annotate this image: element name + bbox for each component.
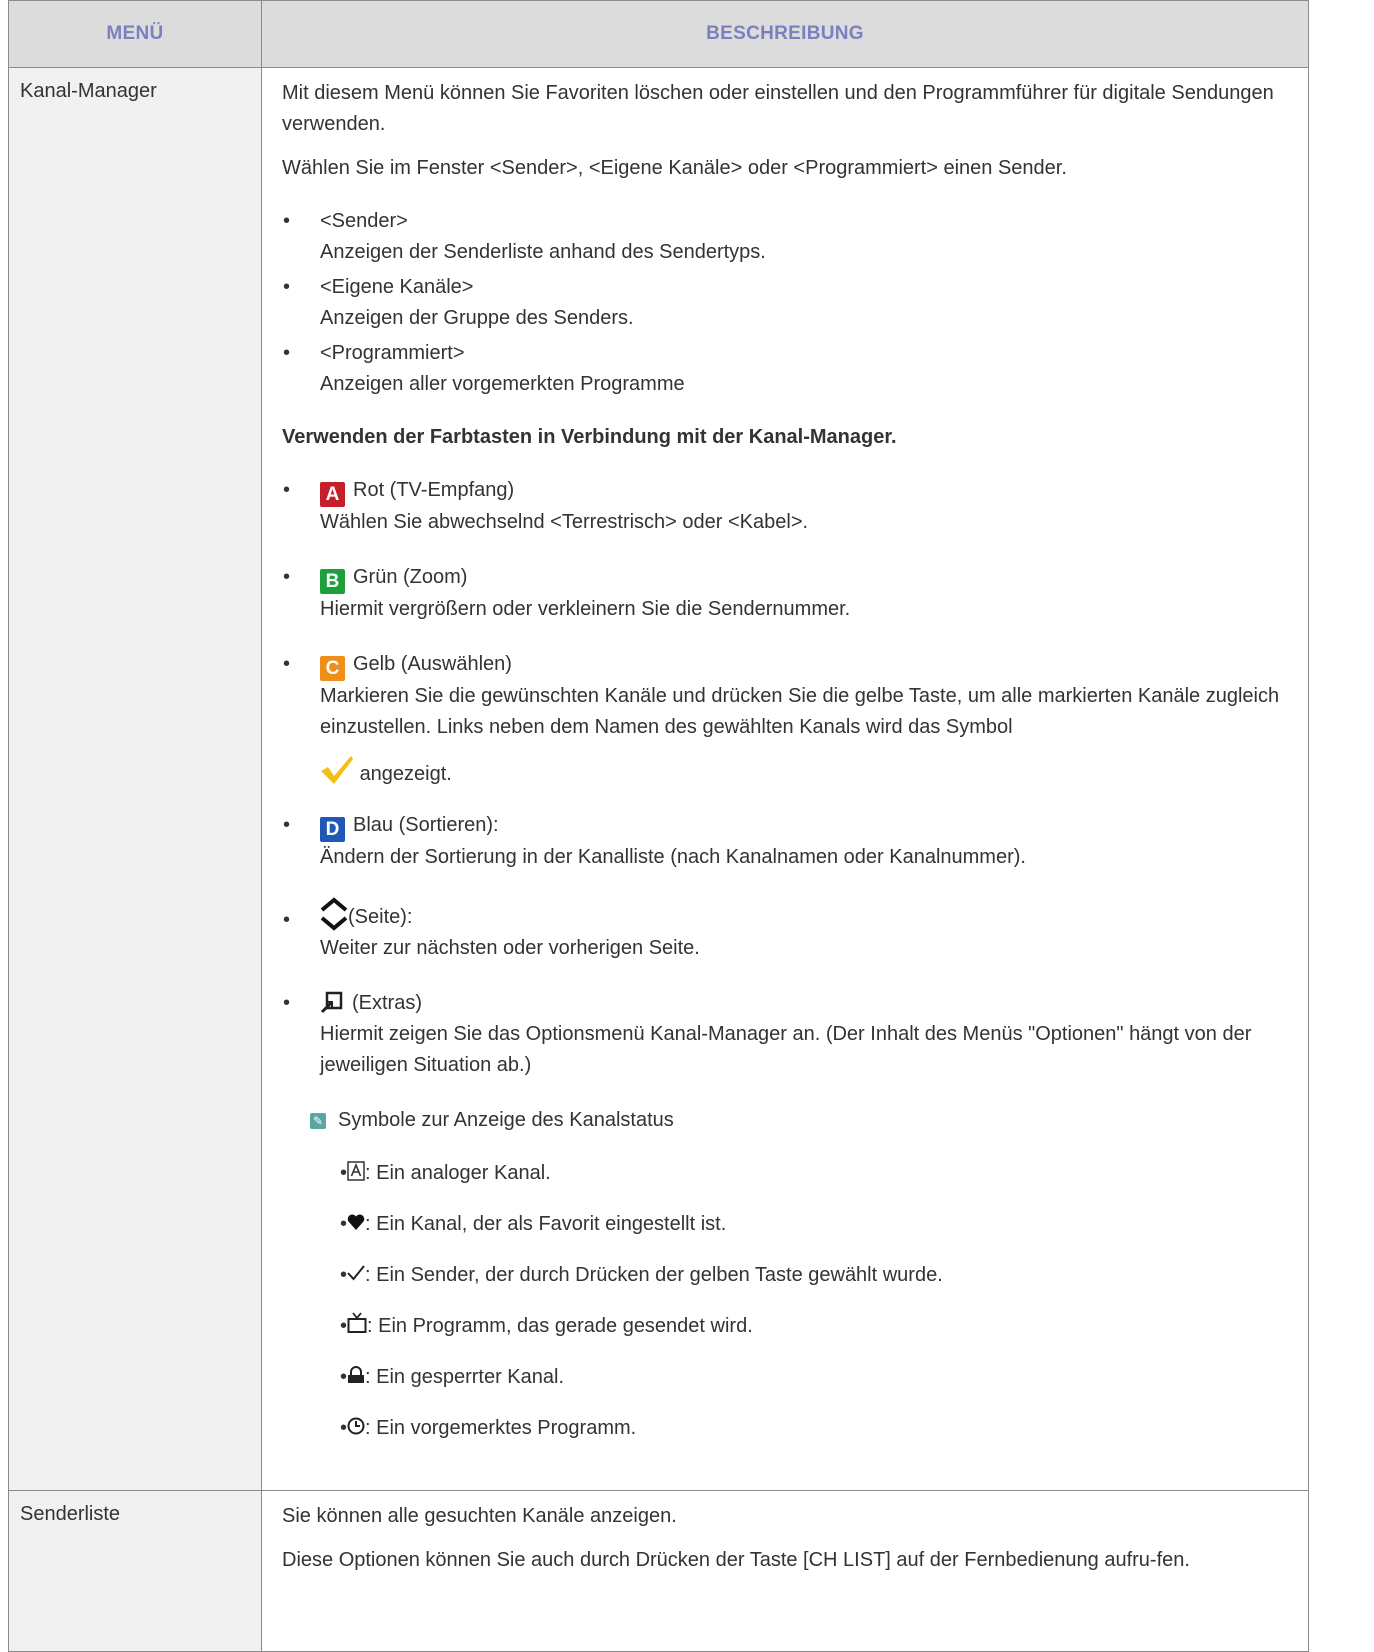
blue-d-button-icon: D <box>320 817 345 842</box>
status-symbol-item: • : Ein Sender, der durch Drücken der ge… <box>340 1264 943 1286</box>
note: ✎ Symbole zur Anzeige des Kanalstatus <box>282 1105 1294 1136</box>
button-label: Gelb (Auswählen) <box>353 653 512 675</box>
button-desc: Weiter zur nächsten oder vorherigen Seit… <box>320 937 700 959</box>
list-item: • <Sender> Anzeigen der Senderliste anha… <box>282 206 1294 268</box>
menu-name-cell: Senderliste <box>8 1490 262 1652</box>
list-item: • (Extras) Hiermit zeigen Sie das Option… <box>282 988 1294 1081</box>
heart-icon <box>347 1214 365 1230</box>
button-desc-suffix: angezeigt. <box>359 763 452 785</box>
note-title: Symbole zur Anzeige des Kanalstatus <box>338 1109 674 1131</box>
status-symbol-text: : Ein Sender, der durch Drücken der gelb… <box>365 1264 943 1286</box>
option-desc: Anzeigen der Gruppe des Senders. <box>320 307 634 329</box>
option-title: <Programmiert> <box>320 342 465 364</box>
clock-icon <box>347 1417 365 1435</box>
tv-icon <box>347 1312 367 1333</box>
tools-icon <box>320 991 343 1014</box>
button-label: Rot (TV-Empfang) <box>353 479 515 501</box>
checkmark-icon <box>347 1265 365 1281</box>
option-title: <Sender> <box>320 210 408 232</box>
list-item: • A Rot (TV-Empfang) Wählen Sie abwechsel… <box>282 475 1294 538</box>
button-label: Grün (Zoom) <box>353 566 468 588</box>
menu-table: MENÜ BESCHREIBUNG Kanal-Manager Mit dies… <box>8 0 1309 1652</box>
intro-text: Mit diesem Menü können Sie Favoriten lös… <box>282 82 1274 135</box>
description-line: Diese Optionen können Sie auch durch Drü… <box>282 1549 1190 1571</box>
list-item: • B Grün (Zoom) Hiermit vergrößern oder v… <box>282 562 1294 625</box>
button-desc: Markieren Sie die gewünschten Kanäle und… <box>320 685 1280 738</box>
button-desc: Hiermit vergrößern oder verkleinern Sie … <box>320 598 851 620</box>
button-label: (Extras) <box>352 992 422 1014</box>
option-title: <Eigene Kanäle> <box>320 276 474 298</box>
menu-name: Kanal-Manager <box>20 80 157 102</box>
color-buttons-heading: Verwenden der Farbtasten in Verbindung m… <box>282 426 897 448</box>
checkmark-icon <box>321 756 353 784</box>
status-symbol-text: : Ein vorgemerktes Programm. <box>365 1417 637 1439</box>
analog-channel-icon <box>347 1161 365 1181</box>
table-row: Kanal-Manager Mit diesem Menü können Sie… <box>8 67 1309 1491</box>
page-up-down-icon <box>320 897 348 931</box>
status-symbol-text: : Ein gesperrter Kanal. <box>365 1366 565 1388</box>
status-symbol-item: • : Ein Programm, das gerade gesendet wi… <box>282 1311 1294 1342</box>
status-symbol-item: • : Ein vorgemerktes Programm. <box>340 1417 637 1439</box>
description-line: Sie können alle gesuchten Kanäle anzeige… <box>282 1505 677 1527</box>
header-row: MENÜ BESCHREIBUNG <box>8 0 1309 68</box>
status-symbol-text: : Ein Programm, das gerade gesendet wird… <box>367 1315 753 1337</box>
description-cell: Sie können alle gesuchten Kanäle anzeige… <box>261 1490 1309 1652</box>
list-item: • C Gelb (Auswählen) Markieren Sie die ge… <box>282 649 1294 790</box>
lock-icon <box>348 1366 365 1383</box>
status-symbol-text: : Ein analoger Kanal. <box>365 1162 551 1184</box>
list-item: • <Programmiert> Anzeigen aller vorgemer… <box>282 338 1294 400</box>
button-desc: Hiermit zeigen Sie das Optionsmenü Kanal… <box>320 1023 1252 1076</box>
button-label: Blau (Sortieren): <box>353 814 499 836</box>
list-item: • <Eigene Kanäle> Anzeigen der Gruppe de… <box>282 272 1294 334</box>
list-item: • (Seite): Weiter zur nächsten oder vorh… <box>282 897 1294 964</box>
green-b-button-icon: B <box>320 569 345 594</box>
button-label: (Seite): <box>348 906 413 928</box>
option-desc: Anzeigen der Senderliste anhand des Send… <box>320 241 766 263</box>
red-a-button-icon: A <box>320 482 345 507</box>
list-item: • D Blau (Sortieren): Ändern der Sortieru… <box>282 810 1294 873</box>
table-row: Senderliste Sie können alle gesuchten Ka… <box>8 1490 1309 1652</box>
description-cell: Mit diesem Menü können Sie Favoriten lös… <box>261 67 1309 1491</box>
button-desc: Wählen Sie abwechselnd <Terrestrisch> od… <box>320 511 809 533</box>
status-symbol-text: : Ein Kanal, der als Favorit eingestellt… <box>365 1213 727 1235</box>
menu-column-header: MENÜ <box>8 0 262 68</box>
status-symbol-item: • : Ein Kanal, der als Favorit eingestel… <box>340 1213 727 1235</box>
description-column-header: BESCHREIBUNG <box>261 0 1309 68</box>
option-desc: Anzeigen aller vorgemerkten Programme <box>320 373 685 395</box>
select-text: Wählen Sie im Fenster <Sender>, <Eigene … <box>282 157 1067 179</box>
button-desc: Ändern der Sortierung in der Kanalliste … <box>320 846 1026 868</box>
menu-name: Senderliste <box>20 1503 121 1525</box>
status-symbol-item: • : Ein analoger Kanal. <box>340 1161 551 1184</box>
menu-name-cell: Kanal-Manager <box>8 67 262 1491</box>
status-symbol-item: • : Ein gesperrter Kanal. <box>340 1366 565 1388</box>
note-pencil-icon: ✎ <box>310 1113 326 1129</box>
yellow-c-button-icon: C <box>320 656 345 681</box>
